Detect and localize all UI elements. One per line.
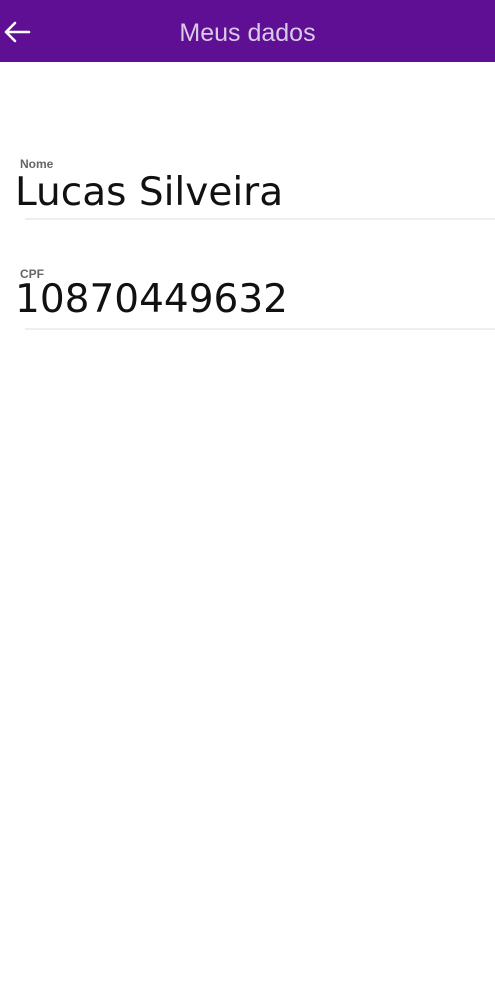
app-header: Meus dados (0, 0, 495, 62)
name-field-label: Nome (20, 157, 54, 171)
app-screen: Meus dados Nome Lucas Silveira CPF 10870… (0, 0, 495, 1000)
cpf-field[interactable]: CPF 10870449632 (0, 260, 495, 332)
cpf-field-underline (25, 328, 495, 330)
page-title: Meus dados (179, 19, 316, 47)
name-field-underline (25, 218, 495, 220)
cpf-field-value[interactable]: 10870449632 (15, 277, 288, 322)
name-field[interactable]: Nome Lucas Silveira (0, 150, 495, 222)
name-field-value[interactable]: Lucas Silveira (15, 170, 283, 215)
